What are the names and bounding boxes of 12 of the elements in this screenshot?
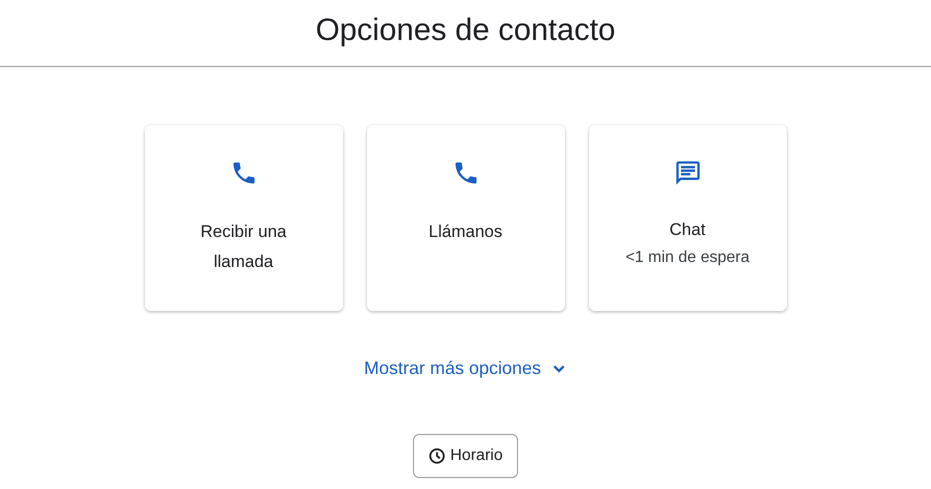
contact-option-card[interactable]: Recibir una llamada	[144, 125, 342, 311]
contact-option-card[interactable]: Llámanos	[366, 125, 564, 311]
chat-icon	[674, 159, 702, 187]
hours-button[interactable]: Horario	[413, 434, 518, 478]
option-label: Llámanos	[428, 221, 504, 243]
page-title: Opciones de contacto	[316, 11, 616, 49]
wait-time: <1 min de espera	[625, 248, 750, 268]
option-label: Chat	[668, 219, 706, 241]
contact-option-card[interactable]: Chat <1 min de espera	[588, 125, 786, 311]
option-label: Recibir una llamada	[200, 221, 288, 273]
clock-icon	[428, 447, 446, 465]
show-more-link[interactable]: Mostrar más opciones	[364, 355, 568, 382]
